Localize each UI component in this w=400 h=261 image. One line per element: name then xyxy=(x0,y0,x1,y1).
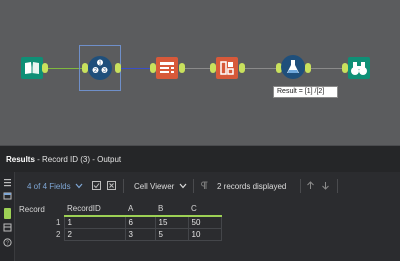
output-anchor[interactable] xyxy=(42,63,48,73)
svg-text:2: 2 xyxy=(94,68,97,74)
chevron-down-icon[interactable] xyxy=(179,183,187,189)
output-anchor[interactable] xyxy=(179,63,185,73)
svg-text:?: ? xyxy=(6,240,9,246)
chevron-down-icon[interactable] xyxy=(75,183,83,189)
formula-tool[interactable] xyxy=(281,55,305,79)
toolbar-divider xyxy=(123,179,124,193)
arrow-down-icon[interactable] xyxy=(321,181,330,190)
table-cell[interactable]: 3 xyxy=(124,228,156,241)
help-icon[interactable]: ? xyxy=(3,238,12,247)
table-cell[interactable]: 6 xyxy=(124,215,156,229)
results-title-bold: Results xyxy=(6,155,35,164)
message-icon[interactable] xyxy=(3,192,12,201)
column-header-a[interactable]: A xyxy=(125,202,155,217)
formula-annotation: Result = [1] /[2] xyxy=(273,86,338,98)
record-number-cell: 1 xyxy=(56,217,61,227)
output-anchor[interactable] xyxy=(305,63,311,73)
metadata-icon[interactable] xyxy=(3,223,12,232)
output-anchor[interactable] xyxy=(239,63,245,73)
table-row[interactable]: 2 2 3 5 10 xyxy=(15,228,222,241)
svg-text:3: 3 xyxy=(103,68,106,74)
column-header-recordid[interactable]: RecordID xyxy=(64,202,125,217)
column-header-b[interactable]: B xyxy=(155,202,188,217)
table-cell[interactable]: 50 xyxy=(187,215,222,229)
select-columns-icon xyxy=(156,57,178,79)
results-header: Results - Record ID (3) - Output xyxy=(0,145,400,172)
toolbar-divider xyxy=(337,179,338,193)
output-anchor[interactable] xyxy=(115,63,121,73)
table-cell[interactable]: 10 xyxy=(187,228,222,241)
checkbox-icon[interactable] xyxy=(92,181,101,190)
results-grid-panel: 4 of 4 Fields Cell Viewer 2 records disp… xyxy=(15,172,400,261)
select-tool[interactable] xyxy=(156,57,178,79)
record-number-cell: 2 xyxy=(56,230,61,239)
connection-wire[interactable] xyxy=(310,68,346,70)
data-output-icon[interactable] xyxy=(3,208,12,219)
table-header-row: Record RecordID A B C xyxy=(15,202,221,217)
input-data-tool[interactable] xyxy=(21,57,43,79)
records-displayed-label: 2 records displayed xyxy=(217,182,287,191)
table-cell[interactable]: 5 xyxy=(154,228,189,241)
paragraph-icon[interactable] xyxy=(200,181,209,190)
column-header-record[interactable]: Record xyxy=(15,202,64,216)
results-title-rest: - Record ID (3) - Output xyxy=(34,155,122,164)
text-to-columns-tool[interactable] xyxy=(216,57,238,79)
record-id-tool[interactable]: 1 2 3 xyxy=(88,56,112,80)
binoculars-icon xyxy=(348,57,370,79)
browse-tool[interactable] xyxy=(348,57,370,79)
results-title: Results - Record ID (3) - Output xyxy=(6,155,121,164)
table-cell[interactable]: 15 xyxy=(154,215,189,229)
results-side-rail: ? xyxy=(0,172,15,261)
numbered-list-icon: 1 2 3 xyxy=(88,56,112,80)
connection-wire[interactable] xyxy=(120,68,154,70)
connection-wire[interactable] xyxy=(244,68,280,70)
svg-text:1: 1 xyxy=(99,61,102,67)
arrow-up-icon[interactable] xyxy=(306,181,315,190)
workflow-canvas[interactable]: 1 2 3 Result = [1] /[2] xyxy=(0,0,400,145)
toolbar-divider xyxy=(193,179,194,193)
cell-viewer-dropdown[interactable]: Cell Viewer xyxy=(134,182,174,191)
column-header-c[interactable]: C xyxy=(188,202,221,217)
table-cell[interactable]: 2 xyxy=(63,228,126,241)
flask-icon xyxy=(281,55,305,79)
menu-icon[interactable] xyxy=(3,178,12,187)
table-cell[interactable]: 1 xyxy=(63,215,126,229)
text-to-columns-icon xyxy=(216,57,238,79)
toolbar-divider xyxy=(300,179,301,193)
deselect-icon[interactable] xyxy=(107,181,116,190)
fields-selector[interactable]: 4 of 4 Fields xyxy=(27,182,71,191)
book-icon xyxy=(21,57,43,79)
results-table: Record RecordID A B C 1 1 6 15 50 2 2 3 … xyxy=(15,202,222,241)
results-toolbar: 4 of 4 Fields Cell Viewer 2 records disp… xyxy=(15,172,400,200)
app-window: 1 2 3 Result = [1] /[2] Results - Record… xyxy=(0,0,400,261)
table-row[interactable]: 1 1 6 15 50 xyxy=(15,215,222,229)
